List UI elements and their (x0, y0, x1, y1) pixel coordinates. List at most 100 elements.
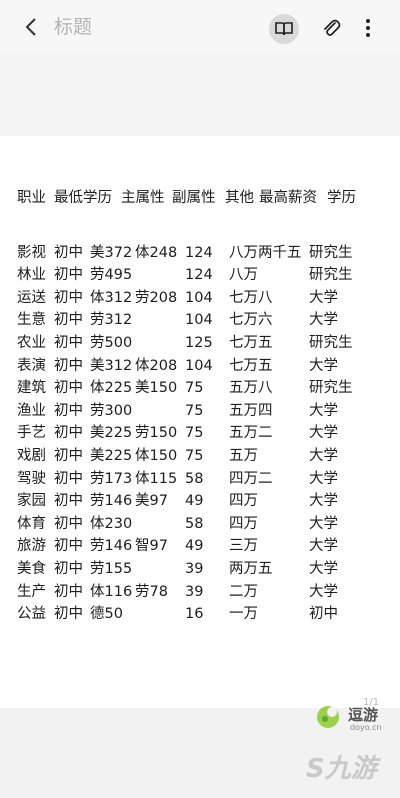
table-cell: 美225 (90, 425, 133, 442)
table-cell: 初中 (54, 470, 83, 487)
table-cell: 49 (185, 538, 204, 555)
table-cell: 大学 (309, 470, 338, 487)
table-cell: 一万 (229, 606, 258, 623)
table-cell: 手艺 (17, 425, 46, 442)
table-row: 体育 初中 体230 58 四万 大学 (17, 513, 338, 536)
table-cell: 大学 (309, 583, 338, 600)
attach-button[interactable] (318, 15, 344, 41)
table-cell: 初中 (54, 380, 83, 397)
table-cell: 五万八 (229, 380, 273, 397)
table-row: 旅游 初中 劳146 智97 49 三万 大学 (17, 535, 338, 558)
table-cell: 家园 (17, 493, 46, 510)
table-cell: 劳150 (135, 425, 178, 442)
table-cell: 七万六 (229, 312, 273, 329)
table-cell: 劳155 (90, 560, 133, 577)
table-cell: 49 (185, 493, 204, 510)
header-cell: 副属性 (172, 190, 216, 206)
table-cell: 体150 (135, 447, 178, 464)
table-cell: 农业 (17, 334, 46, 351)
table-cell: 两万五 (229, 560, 273, 577)
table-cell: 体248 (135, 244, 178, 261)
table-cell: 体225 (90, 380, 133, 397)
reader-mode-button[interactable] (269, 14, 299, 44)
table-cell: 公益 (17, 606, 46, 623)
table-cell: 初中 (54, 560, 83, 577)
table-cell: 体230 (90, 515, 133, 532)
table-cell: 104 (185, 289, 213, 306)
top-toolbar: 标题 (0, 0, 400, 54)
table-cell: 驾驶 (17, 470, 46, 487)
table-cell: 劳500 (90, 334, 133, 351)
table-cell: 58 (185, 515, 204, 532)
table-cell: 研究生 (309, 334, 353, 351)
table-row: 生产 初中 体116 劳78 39 二万 大学 (17, 581, 338, 604)
table-cell: 初中 (54, 244, 83, 261)
table-cell: 16 (185, 606, 204, 623)
watermark-url: doyo.cn (350, 723, 382, 732)
table-cell: 建筑 (17, 380, 46, 397)
table-cell: 大学 (309, 447, 338, 464)
table-cell: 初中 (54, 267, 83, 284)
table-row: 公益 初中 德50 16 一万 初中 (17, 603, 338, 626)
table-cell: 美312 (90, 357, 133, 374)
table-row: 渔业 初中 劳300 75 五万四 大学 (17, 400, 338, 423)
table-cell: 智97 (135, 538, 168, 555)
table-cell: 初中 (54, 357, 83, 374)
table-cell: 劳146 (90, 538, 133, 555)
table-cell: 劳312 (90, 312, 133, 329)
table-cell: 初中 (54, 606, 83, 623)
table-cell: 表演 (17, 357, 46, 374)
table-cell: 75 (185, 425, 204, 442)
doyo-logo-icon (317, 706, 339, 728)
table-cell: 影视 (17, 244, 46, 261)
table-row: 影视 初中 美372 体248 124 八万两千五 研究生 (17, 242, 353, 265)
watermark-name: 逗游 (348, 706, 379, 724)
table-row: 运送 初中 体312 劳208 104 七万八 大学 (17, 287, 338, 310)
table-cell: 七万五 (229, 334, 273, 351)
table-cell: 八万 (229, 267, 258, 284)
table-cell: 大学 (309, 357, 338, 374)
document-title[interactable]: 标题 (54, 14, 92, 40)
table-cell: 初中 (54, 493, 83, 510)
table-row: 戏剧 初中 美225 体150 75 五万 大学 (17, 445, 338, 468)
career-table: 职业 最低学历 主属性 副属性 其他 最高薪资 学历 影视 初中 美372 体248 124 八万两千… (17, 155, 356, 642)
table-row: 林业 初中 劳495 124 八万 研究生 (17, 264, 353, 287)
table-cell: 五万二 (229, 425, 273, 442)
table-row: 建筑 初中 体225 美150 75 五万八 研究生 (17, 377, 353, 400)
table-cell: 美225 (90, 447, 133, 464)
table-row: 生意 初中 劳312 104 七万六 大学 (17, 309, 338, 332)
table-cell: 体育 (17, 515, 46, 532)
table-cell: 研究生 (309, 267, 353, 284)
table-cell: 大学 (309, 560, 338, 577)
table-cell: 美150 (135, 380, 178, 397)
table-cell: 七万五 (229, 357, 273, 374)
table-cell: 三万 (229, 538, 258, 555)
table-row: 农业 初中 劳500 125 七万五 研究生 (17, 332, 353, 355)
reader-mode-icon (275, 22, 293, 36)
table-cell: 125 (185, 334, 213, 351)
table-cell: 初中 (54, 334, 83, 351)
table-cell: 德50 (90, 606, 123, 623)
paperclip-icon (324, 19, 341, 36)
table-cell: 75 (185, 380, 204, 397)
table-cell: 体115 (135, 470, 178, 487)
header-cell: 主属性 (121, 190, 165, 206)
table-row: 表演 初中 美312 体208 104 七万五 大学 (17, 355, 338, 378)
table-cell: 体116 (90, 583, 133, 600)
more-options-button[interactable] (357, 15, 379, 41)
table-cell: 初中 (54, 425, 83, 442)
table-cell: 四万 (229, 493, 258, 510)
table-cell: 初中 (54, 402, 83, 419)
table-cell: 大学 (309, 538, 338, 555)
table-cell: 四万 (229, 515, 258, 532)
header-cell: 其他 (225, 190, 254, 206)
table-cell: 58 (185, 470, 204, 487)
table-cell: 旅游 (17, 538, 46, 555)
table-cell: 劳300 (90, 402, 133, 419)
table-cell: 五万四 (229, 402, 273, 419)
header-cell: 学历 (327, 190, 356, 206)
table-cell: 二万 (229, 583, 258, 600)
table-cell: 体208 (135, 357, 178, 374)
back-button[interactable] (18, 14, 44, 40)
table-cell: 劳173 (90, 470, 133, 487)
